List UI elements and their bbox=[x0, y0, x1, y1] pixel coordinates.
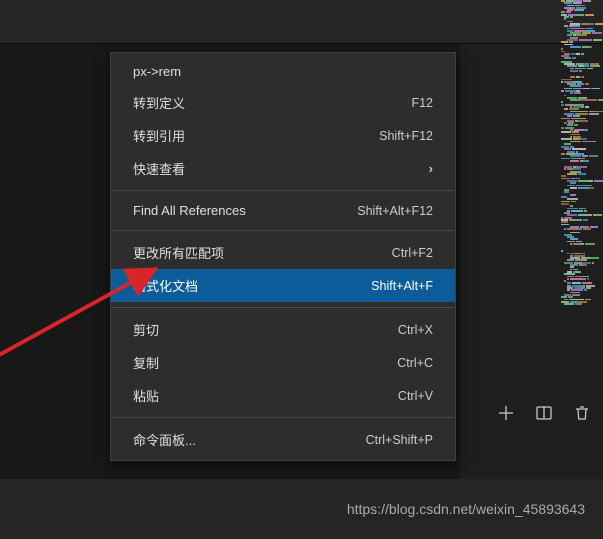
menu-item-label: 转到引用 bbox=[133, 126, 185, 145]
menu-item-label: Find All References bbox=[133, 203, 246, 218]
menu-item-shortcut: Ctrl+Shift+P bbox=[366, 433, 433, 447]
menu-item-label: 剪切 bbox=[133, 320, 159, 339]
menu-item-shortcut: Shift+Alt+F bbox=[371, 279, 433, 293]
menu-item[interactable]: 命令面板... Ctrl+Shift+P bbox=[111, 423, 455, 456]
menu-item-label: px->rem bbox=[133, 64, 181, 79]
menu-item[interactable]: 剪切 Ctrl+X bbox=[111, 313, 455, 346]
trash-icon[interactable] bbox=[573, 404, 591, 422]
menu-item-shortcut: Ctrl+C bbox=[397, 356, 433, 370]
menu-item-label: 格式化文档 bbox=[133, 276, 198, 295]
menu-item-label: 复制 bbox=[133, 353, 159, 372]
editor-actions bbox=[497, 404, 591, 422]
menu-separator bbox=[112, 230, 454, 231]
context-menu: px->rem 转到定义 F12 转到引用 Shift+F12 快速查看 › Find All… bbox=[110, 52, 456, 461]
watermark-text: https://blog.csdn.net/weixin_45893643 bbox=[347, 501, 585, 517]
menu-item-label: 更改所有匹配项 bbox=[133, 243, 224, 262]
minimap[interactable] bbox=[559, 0, 603, 400]
menu-item-shortcut: F12 bbox=[411, 96, 433, 110]
menu-item[interactable]: 转到引用 Shift+F12 bbox=[111, 119, 455, 152]
menu-separator bbox=[112, 190, 454, 191]
menu-item-shortcut: Ctrl+V bbox=[398, 389, 433, 403]
menu-item-shortcut: Shift+Alt+F12 bbox=[357, 204, 433, 218]
menu-item[interactable]: px->rem bbox=[111, 57, 455, 86]
menu-item-label: 粘贴 bbox=[133, 386, 159, 405]
menu-item[interactable]: 快速查看 › bbox=[111, 152, 455, 185]
menu-item[interactable]: 转到定义 F12 bbox=[111, 86, 455, 119]
menu-item-label: 转到定义 bbox=[133, 93, 185, 112]
chevron-right-icon: › bbox=[429, 161, 433, 176]
menu-item[interactable]: Find All References Shift+Alt+F12 bbox=[111, 196, 455, 225]
split-editor-icon[interactable] bbox=[535, 404, 553, 422]
menu-separator bbox=[112, 417, 454, 418]
menu-item[interactable]: 粘贴 Ctrl+V bbox=[111, 379, 455, 412]
menu-item-shortcut: Shift+F12 bbox=[379, 129, 433, 143]
menu-item[interactable]: 复制 Ctrl+C bbox=[111, 346, 455, 379]
watermark-bar: https://blog.csdn.net/weixin_45893643 bbox=[0, 479, 603, 539]
menu-item[interactable]: 更改所有匹配项 Ctrl+F2 bbox=[111, 236, 455, 269]
menu-item[interactable]: 格式化文档 Shift+Alt+F bbox=[111, 269, 455, 302]
menu-item-label: 快速查看 bbox=[133, 159, 185, 178]
add-icon[interactable] bbox=[497, 404, 515, 422]
editor-top-bar bbox=[0, 0, 603, 44]
menu-item-label: 命令面板... bbox=[133, 430, 196, 449]
menu-item-shortcut: Ctrl+X bbox=[398, 323, 433, 337]
menu-separator bbox=[112, 307, 454, 308]
menu-item-shortcut: Ctrl+F2 bbox=[392, 246, 433, 260]
